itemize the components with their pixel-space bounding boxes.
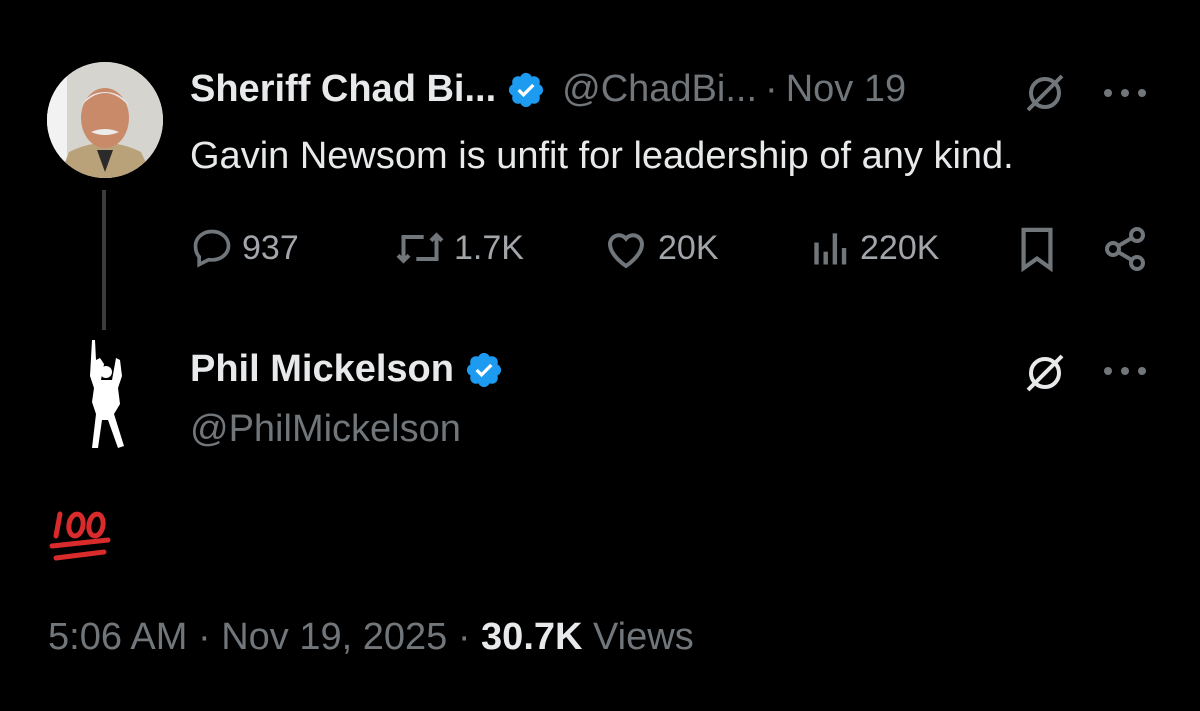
golfer-silhouette-icon xyxy=(90,340,124,448)
views-button[interactable]: 220K xyxy=(806,226,939,270)
grok-icon[interactable] xyxy=(1018,66,1072,120)
avatar-phil-mickelson[interactable] xyxy=(52,336,162,452)
hundred-points-emoji-icon xyxy=(48,506,114,566)
heart-icon xyxy=(607,233,645,269)
like-count: 20K xyxy=(658,228,719,267)
like-button[interactable]: 20K xyxy=(602,226,719,270)
tweet-date[interactable]: Nov 19 xyxy=(786,68,906,111)
share-icon[interactable] xyxy=(1098,222,1152,276)
repost-icon xyxy=(396,232,444,264)
reply-author-handle[interactable]: @PhilMickelson xyxy=(190,408,461,451)
thread-connector-line xyxy=(102,190,106,330)
separator-dot: · xyxy=(765,68,778,110)
views-label: Views xyxy=(593,616,694,658)
reply-count: 937 xyxy=(242,228,299,267)
reply-button[interactable]: 937 xyxy=(190,226,299,270)
parent-tweet-header: Sheriff Chad Bi... @ChadBi... · Nov 19 xyxy=(190,68,906,111)
author-name[interactable]: Sheriff Chad Bi... xyxy=(190,68,496,111)
analytics-icon xyxy=(814,233,847,265)
reply-author-name[interactable]: Phil Mickelson xyxy=(190,348,454,391)
verified-badge-icon xyxy=(466,352,502,387)
views-total[interactable]: 30.7K xyxy=(481,616,582,658)
tweet-full-date[interactable]: Nov 19, 2025 xyxy=(221,616,447,658)
tweet-text: Gavin Newsom is unfit for leadership of … xyxy=(190,135,1014,177)
grok-icon[interactable] xyxy=(1018,346,1072,400)
reply-icon xyxy=(193,229,231,268)
repost-count: 1.7K xyxy=(454,228,524,267)
views-count: 220K xyxy=(860,228,940,267)
author-handle[interactable]: @ChadBi... xyxy=(562,68,757,111)
more-options-icon[interactable] xyxy=(1100,354,1150,388)
tweet-time[interactable]: 5:06 AM xyxy=(48,616,187,658)
more-options-icon[interactable] xyxy=(1100,76,1150,110)
repost-button[interactable]: 1.7K xyxy=(394,226,524,270)
separator-dot: · xyxy=(457,616,471,658)
separator-dot: · xyxy=(197,616,211,658)
tweet-timestamp-footer: 5:06 AM · Nov 19, 2025 · 30.7K Views xyxy=(48,616,694,659)
verified-badge-icon xyxy=(509,72,544,107)
bookmark-icon[interactable] xyxy=(1012,224,1062,274)
reply-tweet-header: Phil Mickelson xyxy=(190,348,504,391)
avatar-sheriff[interactable] xyxy=(47,62,163,178)
